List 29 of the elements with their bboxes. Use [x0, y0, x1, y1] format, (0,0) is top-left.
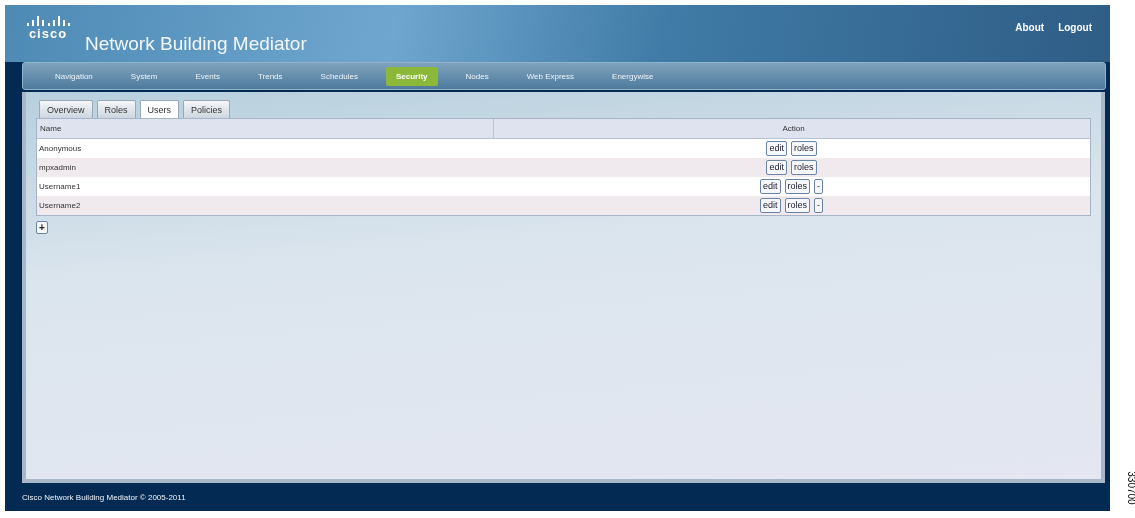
tab[interactable]: Overview	[39, 100, 93, 118]
action-button[interactable]: roles	[784, 198, 810, 213]
figure-number: 330700	[1124, 471, 1135, 505]
action-button[interactable]: roles	[784, 179, 810, 194]
tab[interactable]: Users	[139, 100, 180, 118]
header-link[interactable]: About	[1015, 22, 1045, 33]
footer-text: Cisco Network Building Mediator © 2005-2011	[22, 492, 186, 502]
table-cell-text: Anonymous	[38, 144, 83, 153]
table-cell-text: mpxadmin	[38, 163, 77, 172]
logo-bars-icon	[25, 15, 71, 27]
header-link[interactable]: Logout	[1058, 22, 1092, 33]
action-button[interactable]: -	[814, 179, 823, 194]
logo-text: cisco	[28, 27, 68, 41]
action-button[interactable]: roles	[791, 141, 817, 156]
action-button[interactable]: edit	[766, 141, 787, 156]
table-cell-text: Username2	[38, 201, 82, 210]
action-button[interactable]: roles	[791, 160, 817, 175]
add-button[interactable]: +	[36, 221, 48, 234]
table-cell-text: Username1	[38, 182, 82, 191]
action-button[interactable]: edit	[760, 179, 781, 194]
tab[interactable]: Policies	[183, 100, 231, 118]
action-button[interactable]: -	[814, 198, 823, 213]
action-button[interactable]: edit	[766, 160, 787, 175]
app-title: Network Building Mediator	[85, 33, 307, 55]
column-header: Action	[493, 119, 1090, 138]
action-button[interactable]: edit	[760, 198, 781, 213]
column-header: Name	[39, 123, 63, 135]
nav-tab[interactable]: System	[120, 66, 168, 86]
tab[interactable]: Roles	[96, 100, 136, 118]
